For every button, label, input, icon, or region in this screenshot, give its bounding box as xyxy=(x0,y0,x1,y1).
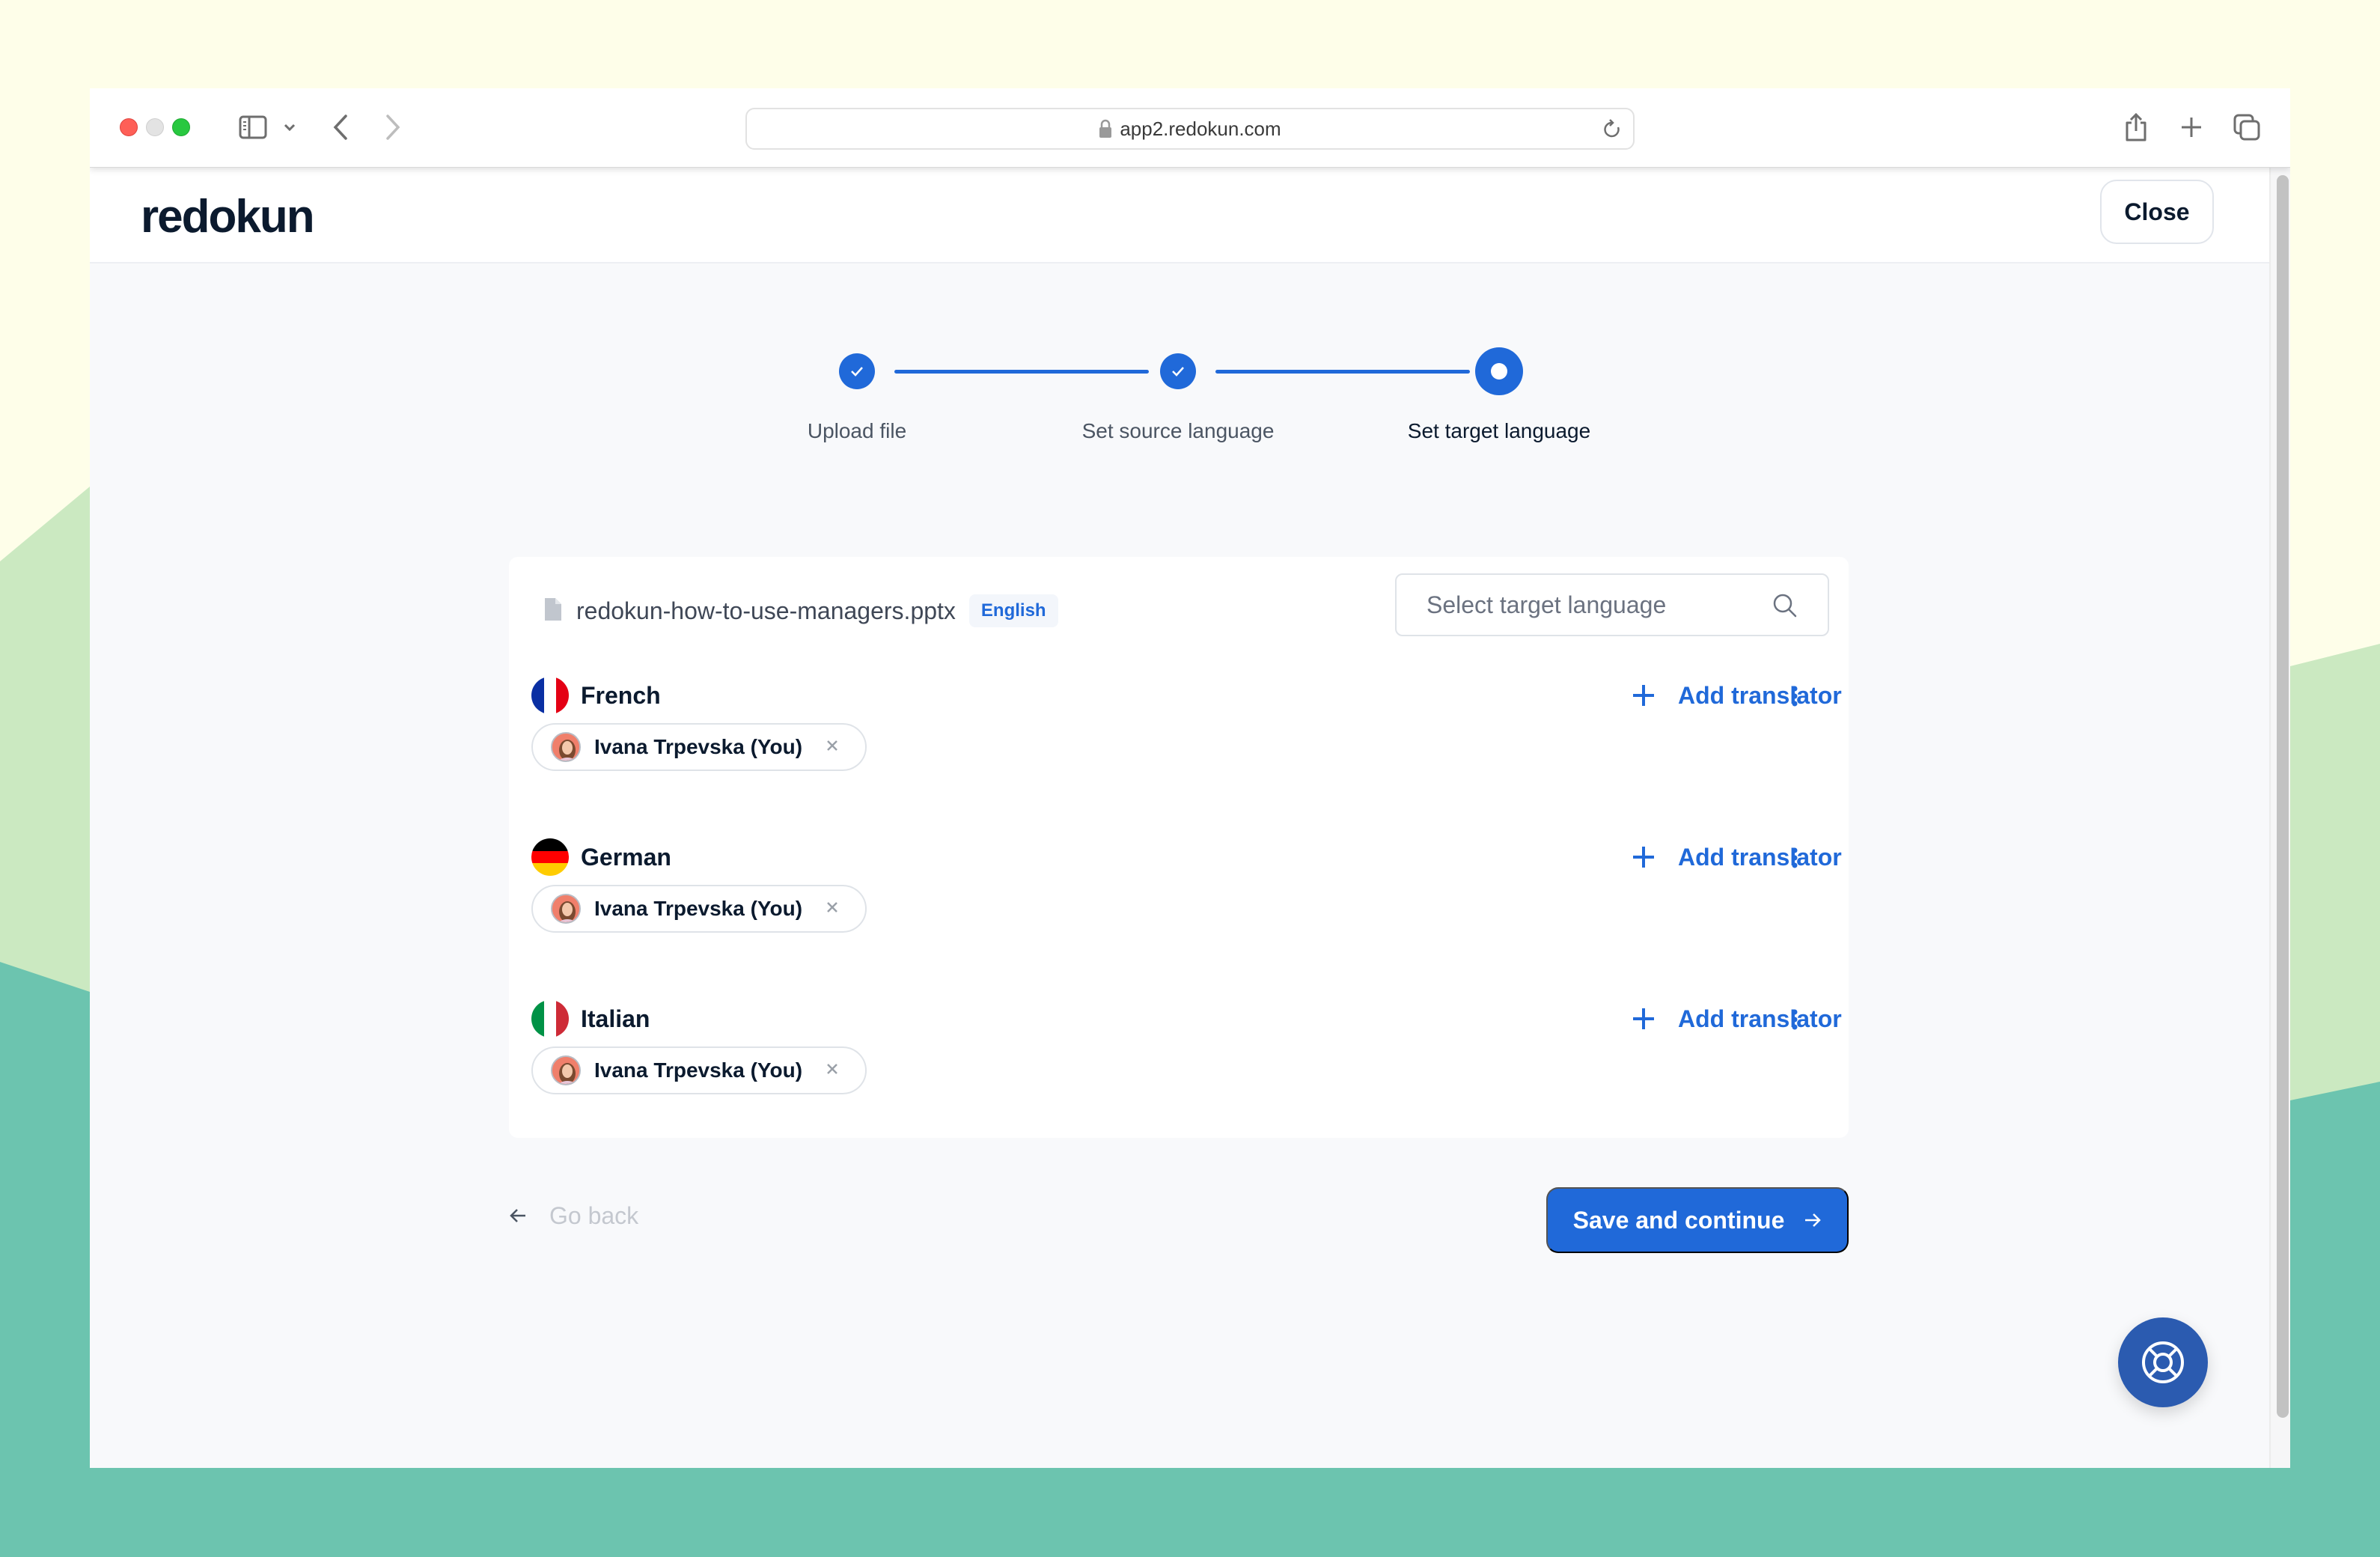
chevron-down-icon[interactable] xyxy=(281,109,298,145)
app-header: redokun Close xyxy=(90,168,2269,263)
address-bar[interactable]: app2.redokun.com xyxy=(745,108,1635,150)
remove-translator-icon[interactable] xyxy=(825,1061,840,1076)
zoom-window-button[interactable] xyxy=(172,118,190,136)
forward-icon[interactable] xyxy=(382,109,404,145)
flag-france-icon xyxy=(531,677,569,714)
language-row-french: French Add translator Ivana Trpevska (Yo… xyxy=(509,677,1849,826)
add-translator-button[interactable]: Add translator xyxy=(1632,677,1842,714)
step-2-complete-indicator xyxy=(1160,353,1196,389)
check-icon xyxy=(1172,367,1184,377)
file-icon xyxy=(545,597,561,624)
save-and-continue-label: Save and continue xyxy=(1572,1206,1785,1234)
translator-name: Ivana Trpevska (You) xyxy=(594,1058,803,1082)
flag-italy-icon xyxy=(531,1000,569,1038)
url-text: app2.redokun.com xyxy=(1120,117,1281,140)
add-translator-label: Add translator xyxy=(1678,681,1842,709)
target-language-card: redokun-how-to-use-managers.pptx English… xyxy=(509,557,1849,1138)
scrollbar-thumb[interactable] xyxy=(2277,175,2289,1418)
translator-chip: Ivana Trpevska (You) xyxy=(531,1046,867,1094)
file-name: redokun-how-to-use-managers.pptx xyxy=(576,597,956,624)
go-back-button[interactable]: Go back xyxy=(509,1193,638,1238)
browser-window: app2.redokun.com redokun Close Upload fi… xyxy=(90,88,2290,1468)
add-translator-label: Add translator xyxy=(1678,1005,1842,1032)
browser-toolbar: app2.redokun.com xyxy=(90,88,2290,168)
step-connector xyxy=(894,370,1149,374)
add-translator-label: Add translator xyxy=(1678,843,1842,871)
go-back-label: Go back xyxy=(549,1201,639,1229)
language-name: French xyxy=(581,681,661,709)
target-language-input[interactable] xyxy=(1427,591,1756,619)
translator-name: Ivana Trpevska (You) xyxy=(594,735,803,758)
minimize-window-button[interactable] xyxy=(146,118,164,136)
back-icon[interactable] xyxy=(329,109,352,145)
language-name: Italian xyxy=(581,1005,650,1032)
more-options-icon[interactable] xyxy=(1781,1005,1808,1035)
reload-icon[interactable] xyxy=(1602,118,1623,146)
step-connector xyxy=(1215,370,1470,374)
arrow-left-icon xyxy=(509,1207,527,1224)
help-button[interactable] xyxy=(2118,1317,2208,1407)
step-label-target-language: Set target language xyxy=(1407,419,1591,442)
step-label-source-language: Set source language xyxy=(1081,419,1275,442)
language-row-german: German Add translator Ivana Trpevska (Yo… xyxy=(509,838,1849,988)
check-icon xyxy=(851,367,863,377)
avatar xyxy=(551,1055,581,1085)
step-label-upload-file: Upload file xyxy=(807,419,907,442)
lifebuoy-icon xyxy=(2142,1341,2184,1383)
translator-chip: Ivana Trpevska (You) xyxy=(531,723,867,771)
add-translator-button[interactable]: Add translator xyxy=(1632,1000,1842,1038)
plus-icon xyxy=(1632,845,1656,869)
redokun-logo[interactable]: redokun xyxy=(141,190,315,243)
scrollbar[interactable] xyxy=(2269,168,2290,1468)
tabs-overview-icon[interactable] xyxy=(2232,109,2262,145)
file-info: redokun-how-to-use-managers.pptx English xyxy=(545,590,1058,632)
language-name: German xyxy=(581,843,671,871)
arrow-right-icon xyxy=(1804,1212,1822,1228)
translator-chip: Ivana Trpevska (You) xyxy=(531,885,867,933)
remove-translator-icon[interactable] xyxy=(825,738,840,753)
avatar xyxy=(551,732,581,762)
progress-stepper: Upload file Set source language Set targ… xyxy=(90,335,2269,448)
source-language-badge: English xyxy=(968,594,1058,627)
current-step-dot xyxy=(1491,363,1507,380)
close-button[interactable]: Close xyxy=(2100,180,2214,244)
search-icon xyxy=(1772,593,1798,622)
step-1-complete-indicator xyxy=(839,353,875,389)
flag-germany-icon xyxy=(531,838,569,876)
language-row-italian: Italian Add translator Ivana Trpevska (Y… xyxy=(509,1000,1849,1150)
add-translator-button[interactable]: Add translator xyxy=(1632,838,1842,876)
more-options-icon[interactable] xyxy=(1781,843,1808,873)
more-options-icon[interactable] xyxy=(1781,681,1808,711)
plus-icon xyxy=(1632,683,1656,707)
avatar xyxy=(551,894,581,924)
lock-icon xyxy=(1099,119,1112,138)
close-window-button[interactable] xyxy=(120,118,138,136)
sidebar-icon[interactable] xyxy=(237,109,269,145)
translator-name: Ivana Trpevska (You) xyxy=(594,897,803,920)
remove-translator-icon[interactable] xyxy=(825,900,840,915)
new-tab-icon[interactable] xyxy=(2176,109,2206,145)
target-language-search[interactable] xyxy=(1395,573,1829,636)
share-icon[interactable] xyxy=(2121,109,2151,145)
step-3-current-indicator xyxy=(1475,347,1523,395)
save-and-continue-button[interactable]: Save and continue xyxy=(1546,1187,1849,1253)
plus-icon xyxy=(1632,1007,1656,1031)
